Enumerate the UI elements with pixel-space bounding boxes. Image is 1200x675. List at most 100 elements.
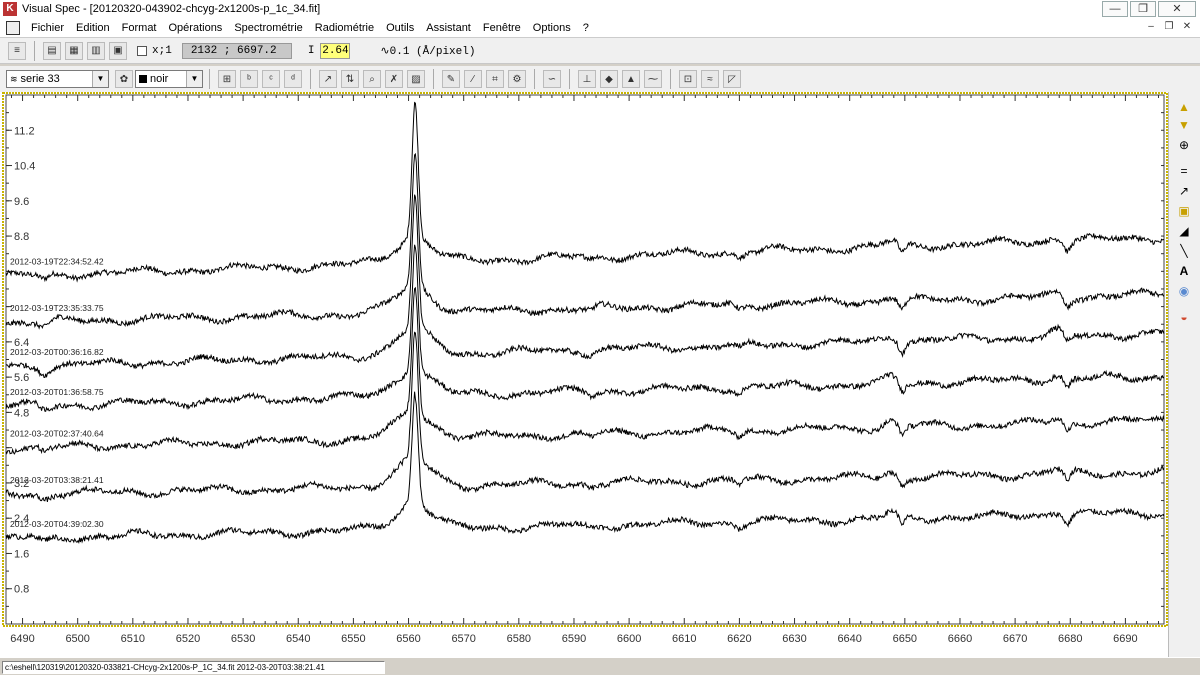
wave-icon[interactable]: ⁓ bbox=[644, 70, 662, 88]
spectrum-chart[interactable]: 6490 6500 6510 6520 6530 6540 6550 6560 6570 6580… bbox=[0, 92, 1168, 657]
document-icon[interactable] bbox=[6, 20, 20, 35]
maximize-button[interactable]: ❐ bbox=[1130, 1, 1156, 17]
x-tick-label: 6650 bbox=[893, 633, 917, 645]
menu-spectrometrie[interactable]: Spectrométrie bbox=[228, 22, 308, 34]
menu-fenetre[interactable]: Fenêtre bbox=[477, 22, 527, 34]
lock-icon[interactable]: ⊕ bbox=[1175, 136, 1193, 154]
rectangle-icon[interactable]: ▣ bbox=[1175, 202, 1193, 220]
x-tick-label: 6680 bbox=[1058, 633, 1082, 645]
menu-format[interactable]: Format bbox=[116, 22, 163, 34]
x-tick-label: 6570 bbox=[451, 633, 475, 645]
series-select[interactable]: ≋ serie 33 ▼ bbox=[6, 70, 109, 88]
y-tick-label: 1.6 bbox=[14, 548, 29, 560]
color-picker-icon[interactable]: ✿ bbox=[115, 70, 133, 88]
x-tick-label: 6510 bbox=[121, 633, 145, 645]
menu-assistant[interactable]: Assistant bbox=[420, 22, 477, 34]
minimize-button[interactable]: — bbox=[1102, 1, 1128, 17]
text-tool-icon[interactable]: A bbox=[1175, 262, 1193, 280]
drop-icon[interactable]: ◆ bbox=[600, 70, 618, 88]
status-file-path: c:\eshell\120319\20120320-033821-CHcyg-2… bbox=[2, 661, 385, 674]
axis-b-icon[interactable]: ᵇ bbox=[240, 70, 258, 88]
continuum-icon[interactable]: ∽ bbox=[543, 70, 561, 88]
axis-d-icon[interactable]: ᵈ bbox=[284, 70, 302, 88]
toolbar-separator bbox=[433, 69, 434, 89]
delete-icon[interactable]: ✗ bbox=[385, 70, 403, 88]
chart-alt-icon[interactable]: ≈ bbox=[701, 70, 719, 88]
plot-area bbox=[5, 94, 1165, 625]
series-legend-label: 2012-03-20T04:39:02.30 bbox=[10, 519, 104, 529]
disk-icon[interactable]: ◉ bbox=[1175, 282, 1193, 300]
line-icon[interactable]: ∕ bbox=[464, 70, 482, 88]
title-bar: K Visual Spec - [20120320-043902-chcyg-2… bbox=[0, 0, 1200, 18]
graph-icon[interactable]: ↗ bbox=[1175, 182, 1193, 200]
cursor-icon[interactable]: ↗ bbox=[319, 70, 337, 88]
x-tick-label: 6630 bbox=[782, 633, 806, 645]
x-tick-label: 6690 bbox=[1113, 633, 1137, 645]
y-tick-label: 10.4 bbox=[14, 161, 35, 173]
zoom-icon[interactable]: ⌕ bbox=[363, 70, 381, 88]
arrow-up-icon[interactable]: ▲ bbox=[1175, 98, 1193, 116]
print-icon[interactable]: ▥ bbox=[87, 41, 105, 60]
calibrate-icon[interactable]: ⚙ bbox=[508, 70, 526, 88]
chevron-down-icon[interactable]: ▼ bbox=[92, 71, 108, 87]
color-select[interactable]: noir ▼ bbox=[135, 70, 203, 88]
measure-icon[interactable]: ⌗ bbox=[486, 70, 504, 88]
menu-radiometrie[interactable]: Radiométrie bbox=[309, 22, 380, 34]
doc-restore-button[interactable]: ❐ bbox=[1162, 20, 1176, 34]
doc-minimize-button[interactable]: – bbox=[1144, 20, 1158, 34]
close-button[interactable]: ✕ bbox=[1158, 1, 1196, 17]
toolbar-separator bbox=[209, 69, 210, 89]
toolbar-separator bbox=[310, 69, 311, 89]
pen-icon[interactable]: ✎ bbox=[442, 70, 460, 88]
intensity-value: 2.64 bbox=[320, 42, 351, 59]
grid-icon[interactable]: ⊞ bbox=[218, 70, 236, 88]
flux-icon[interactable]: ⊥ bbox=[578, 70, 596, 88]
spectrum-plot[interactable]: 6490 6500 6510 6520 6530 6540 6550 6560 6570 6580… bbox=[0, 92, 1168, 657]
zoom-label: x;1 bbox=[152, 44, 172, 57]
table-icon[interactable]: ⊡ bbox=[679, 70, 697, 88]
doc-close-button[interactable]: ✕ bbox=[1180, 20, 1194, 34]
zoom-checkbox[interactable] bbox=[137, 45, 147, 56]
open-profile-icon[interactable]: ▦ bbox=[65, 41, 83, 60]
save-icon[interactable]: ▣ bbox=[109, 41, 127, 60]
menu-edition[interactable]: Edition bbox=[70, 22, 116, 34]
scale-icon[interactable]: ⇅ bbox=[341, 70, 359, 88]
menu-help[interactable]: ? bbox=[577, 22, 595, 34]
x-tick-label: 6640 bbox=[837, 633, 861, 645]
window-title: Visual Spec - [20120320-043902-chcyg-2x1… bbox=[22, 3, 321, 15]
toolbar-separator bbox=[569, 69, 570, 89]
axis-c-icon[interactable]: ᶜ bbox=[262, 70, 280, 88]
color-select-value: noir bbox=[150, 73, 169, 85]
dispersion-readout: ∿0.1 (Å/pixel) bbox=[380, 44, 475, 58]
color-swatch bbox=[139, 75, 147, 83]
x-tick-label: 6530 bbox=[231, 633, 255, 645]
equals-icon[interactable]: = bbox=[1175, 162, 1193, 180]
series-legend-label: 2012-03-20T01:36:58.75 bbox=[10, 387, 104, 397]
toolbar-separator bbox=[670, 69, 671, 89]
columns-icon[interactable]: ≡ bbox=[8, 41, 26, 60]
menu-operations[interactable]: Opérations bbox=[163, 22, 229, 34]
y-tick-label: 9.6 bbox=[14, 196, 29, 208]
chevron-down-icon[interactable]: ▼ bbox=[186, 71, 202, 87]
dispersion-icon: ∿ bbox=[380, 45, 390, 58]
line-tool-icon[interactable]: ╲ bbox=[1175, 242, 1193, 260]
x-tick-label: 6620 bbox=[727, 633, 751, 645]
rainbow-icon[interactable]: ◒ bbox=[1175, 308, 1193, 326]
menu-fichier[interactable]: Fichier bbox=[25, 22, 70, 34]
x-tick-label: 6500 bbox=[65, 633, 89, 645]
open-folder-icon[interactable]: ▤ bbox=[43, 41, 61, 60]
x-tick-label: 6490 bbox=[10, 633, 34, 645]
menu-outils[interactable]: Outils bbox=[380, 22, 420, 34]
series-legend-label: 2012-03-19T22:34:52.42 bbox=[10, 257, 104, 267]
image-icon[interactable]: ▨ bbox=[407, 70, 425, 88]
arrow-down-icon[interactable]: ▼ bbox=[1175, 116, 1193, 134]
dispersion-value: 0.1 (Å/pixel) bbox=[389, 45, 476, 58]
x-tick-label: 6660 bbox=[948, 633, 972, 645]
status-bar: c:\eshell\120319\20120320-033821-CHcyg-2… bbox=[0, 657, 1200, 675]
y-tick-label: 8.8 bbox=[14, 231, 29, 243]
chart-icon[interactable]: ▲ bbox=[622, 70, 640, 88]
right-toolbar: ▲ ▼ ⊕ = ↗ ▣ ◢ ╲ A ◉ ◒ bbox=[1168, 92, 1200, 657]
spectrum-icon[interactable]: ◸ bbox=[723, 70, 741, 88]
gradient-icon[interactable]: ◢ bbox=[1175, 222, 1193, 240]
menu-options[interactable]: Options bbox=[527, 22, 577, 34]
